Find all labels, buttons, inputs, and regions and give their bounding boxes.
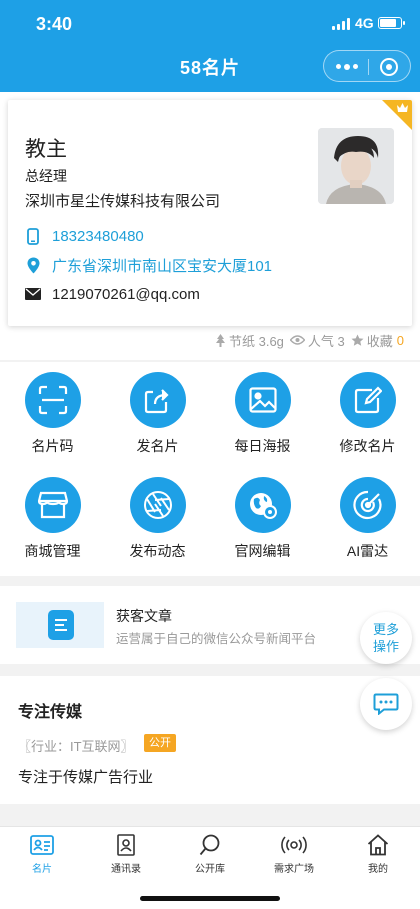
more-actions-line2: 操作 — [372, 639, 399, 654]
document-icon — [48, 610, 74, 640]
grid-item-daily-poster[interactable]: 每日海报 — [210, 372, 315, 456]
profile-description: 专注于传媒广告行业 — [18, 769, 154, 786]
aperture-icon — [129, 477, 186, 533]
article-title: 获客文章 — [116, 608, 172, 624]
tab-label-contacts: 通讯录 — [111, 864, 141, 875]
more-actions-line1: 更多 — [372, 622, 399, 637]
grid-label-ai-radar: AI雷达 — [346, 543, 389, 559]
email-row[interactable]: 1219070261@qq.com — [25, 283, 200, 305]
globe-gear-icon — [234, 477, 291, 533]
more-actions-button[interactable]: 更多 操作 — [360, 612, 412, 664]
radar-icon — [339, 477, 396, 533]
card-icon — [0, 833, 84, 857]
edit-icon — [339, 372, 396, 428]
tab-card[interactable]: 名片 — [0, 833, 84, 875]
grid-label-send-card: 发名片 — [136, 438, 179, 454]
status-bar: 3:40 4G — [0, 0, 420, 44]
card-name: 教主 — [25, 138, 67, 161]
grid-label-daily-poster: 每日海报 — [234, 438, 291, 454]
favorite-stat[interactable]: 收藏 0 — [351, 331, 404, 350]
article-banner[interactable]: 获客文章 运营属于自己的微信公众号新闻平台 — [0, 586, 420, 664]
tab-contacts[interactable]: 通讯录 — [84, 833, 168, 875]
business-card[interactable]: 教主 总经理 深圳市星尘传媒科技有限公司 18323480480 广东省深圳市南 — [8, 100, 412, 326]
phone-icon — [25, 227, 41, 245]
shop-icon — [24, 477, 81, 533]
signal-icon — [332, 18, 352, 30]
popularity-stat: 人气 3 — [289, 331, 345, 350]
email: 1219070261@qq.com — [52, 285, 200, 303]
top-bar: 3:40 4G 58名片 — [0, 0, 420, 92]
broadcast-icon — [252, 833, 336, 857]
profile-industry: 〖行业：IT互联网〗 — [18, 739, 134, 754]
tree-icon — [215, 333, 225, 347]
card-company: 深圳市星尘传媒科技有限公司 — [25, 193, 221, 210]
grid-item-send-card[interactable]: 发名片 — [105, 372, 210, 456]
grid-label-website-edit: 官网编辑 — [234, 543, 291, 559]
favorite-count: 0 — [396, 332, 404, 348]
home-icon — [336, 833, 420, 857]
share-icon — [129, 372, 186, 428]
grid-item-card-code[interactable]: 名片码 — [0, 372, 105, 456]
image-icon — [234, 372, 291, 428]
address: 广东省深圳市南山区宝安大厦101 — [52, 257, 273, 275]
avatar[interactable] — [318, 128, 394, 204]
grid-label-shop-manage: 商城管理 — [24, 543, 81, 559]
chat-button[interactable] — [360, 678, 412, 730]
tab-mine[interactable]: 我的 — [336, 833, 420, 875]
grid-item-ai-radar[interactable]: AI雷达 — [315, 477, 420, 561]
contacts-icon — [84, 833, 168, 857]
grid-item-shop-manage[interactable]: 商城管理 — [0, 477, 105, 561]
popularity-stat-label: 人气 3 — [307, 333, 345, 349]
favorite-stat-label: 收藏 — [366, 333, 393, 349]
network-label: 4G — [355, 15, 374, 31]
phone-row[interactable]: 18323480480 — [25, 225, 144, 247]
tab-label-card: 名片 — [32, 864, 52, 875]
miniprogram-capsule — [323, 50, 411, 82]
card-stats: 节纸 3.6g 人气 3 收藏 0 — [209, 330, 404, 350]
profile-section: 专注传媒 〖行业：IT互联网〗 公开 专注于传媒广告行业 — [0, 676, 420, 804]
phone-number: 18323480480 — [52, 227, 144, 245]
article-subtitle: 运营属于自己的微信公众号新闻平台 — [116, 632, 317, 646]
chat-icon — [373, 693, 399, 715]
profile-title: 专注传媒 — [18, 704, 83, 721]
battery-icon — [378, 17, 405, 29]
search-icon — [168, 833, 252, 857]
grid-item-publish-moment[interactable]: 发布动态 — [105, 477, 210, 561]
tab-public-library[interactable]: 公开库 — [168, 833, 252, 875]
public-badge: 公开 — [144, 734, 176, 752]
paper-stat-label: 节纸 3.6g — [228, 333, 284, 349]
address-row[interactable]: 广东省深圳市南山区宝安大厦101 — [25, 254, 272, 276]
grid-label-card-code: 名片码 — [31, 438, 74, 454]
tab-label-demand-square: 需求广场 — [274, 864, 314, 875]
star-icon — [351, 334, 364, 346]
close-miniprogram-icon[interactable] — [380, 58, 398, 76]
more-dots-icon[interactable] — [336, 63, 358, 70]
mail-icon — [25, 285, 41, 303]
paper-stat: 节纸 3.6g — [215, 331, 284, 350]
card-position: 总经理 — [25, 168, 67, 184]
crown-icon — [397, 103, 408, 112]
tab-demand-square[interactable]: 需求广场 — [252, 833, 336, 875]
grid-item-website-edit[interactable]: 官网编辑 — [210, 477, 315, 561]
card-section: 教主 总经理 深圳市星尘传媒科技有限公司 18323480480 广东省深圳市南 — [0, 92, 420, 360]
eye-icon — [289, 335, 305, 345]
grid-item-edit-card[interactable]: 修改名片 — [315, 372, 420, 456]
article-thumbnail — [16, 602, 104, 648]
scan-icon — [24, 372, 81, 428]
grid-label-publish-moment: 发布动态 — [129, 543, 186, 559]
location-icon — [25, 256, 41, 274]
home-indicator — [140, 896, 280, 901]
status-time: 3:40 — [36, 14, 73, 34]
grid-label-edit-card: 修改名片 — [339, 438, 396, 454]
tab-label-mine: 我的 — [368, 864, 388, 875]
tab-label-public-library: 公开库 — [195, 864, 225, 875]
action-grid: 名片码 发名片 每日海报 修改名片 商城管理 发布动态 官网编辑 AI雷达 — [0, 362, 420, 576]
